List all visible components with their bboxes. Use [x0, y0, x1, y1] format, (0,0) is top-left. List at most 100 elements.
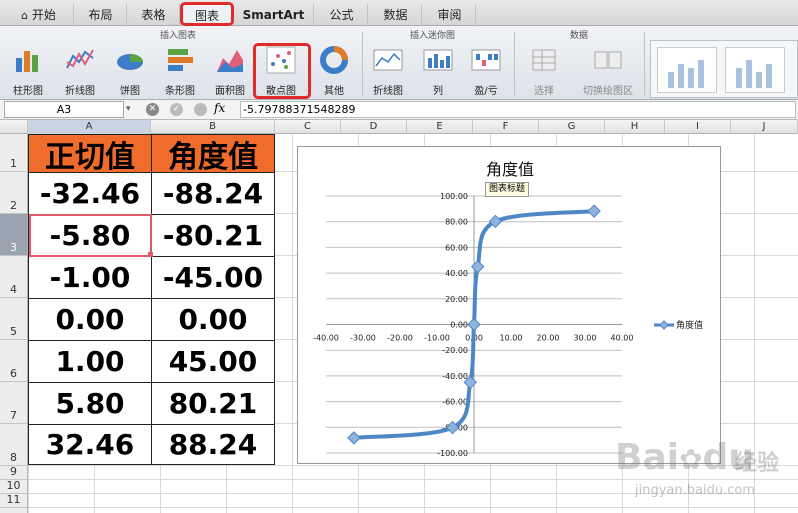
- tab-review[interactable]: 审阅: [424, 4, 476, 26]
- y-tick-label: -20.00: [442, 346, 468, 355]
- row-header[interactable]: 6: [0, 340, 27, 382]
- row-header[interactable]: 5: [0, 298, 27, 340]
- y-tick-label: -40.00: [442, 372, 468, 381]
- home-icon: ⌂: [21, 9, 29, 22]
- function-icon[interactable]: fx: [214, 101, 225, 115]
- cancel-icon[interactable]: ✕: [146, 103, 159, 116]
- table-cell[interactable]: 1.00: [28, 340, 152, 383]
- table-cell[interactable]: -5.80: [28, 214, 152, 257]
- table-cell[interactable]: -80.21: [151, 214, 275, 257]
- column-header[interactable]: H: [605, 120, 665, 134]
- row-header[interactable]: 8: [0, 424, 27, 466]
- tab-smartart[interactable]: SmartArt: [234, 4, 314, 26]
- row-headers: 1 2 3 4 5 6 7 8 9 10 11: [0, 134, 28, 513]
- table-cell[interactable]: -88.24: [151, 172, 275, 215]
- donut-chart-icon: [320, 46, 348, 74]
- tab-charts-highlight: [180, 2, 234, 26]
- switch-plot-button[interactable]: 切换绘图区: [580, 46, 636, 98]
- x-tick-label: -20.00: [387, 334, 413, 343]
- x-tick-label: -40.00: [313, 334, 339, 343]
- x-tick-label: 40.00: [611, 334, 634, 343]
- confirm-icon[interactable]: ✓: [170, 103, 183, 116]
- column-header[interactable]: J: [731, 120, 798, 134]
- group-sparkline-label: 插入迷你图: [410, 31, 456, 41]
- table-cell[interactable]: 5.80: [28, 382, 152, 425]
- x-tick-label: 10.00: [500, 334, 523, 343]
- table-cell[interactable]: -45.00: [151, 256, 275, 299]
- select-all-corner[interactable]: [0, 120, 28, 134]
- column-header[interactable]: F: [473, 120, 539, 134]
- table-cell[interactable]: -32.46: [28, 172, 152, 215]
- column-chart-button[interactable]: 柱形图: [8, 46, 48, 98]
- scatter-button-highlight: [253, 43, 311, 99]
- table-cell[interactable]: -1.00: [28, 256, 152, 299]
- pie-chart-button[interactable]: 饼图: [110, 46, 150, 98]
- name-box-dropdown-icon[interactable]: ▾: [126, 104, 131, 114]
- sparkline-line-button[interactable]: 折线图: [368, 46, 408, 98]
- sparkline-line-icon: [373, 49, 403, 71]
- chart-style-thumb-icon: [736, 60, 772, 88]
- legend-label: 角度值: [676, 319, 703, 331]
- header-cell-angle[interactable]: 角度值: [151, 134, 275, 175]
- other-chart-label: 其他: [324, 86, 344, 97]
- tab-data[interactable]: 数据: [370, 4, 422, 26]
- watermark-url: jingyan.baidu.com: [635, 483, 755, 498]
- column-header[interactable]: C: [275, 120, 341, 134]
- column-header[interactable]: G: [539, 120, 605, 134]
- row-header[interactable]: 9: [0, 465, 27, 480]
- y-tick-label: 0.00: [450, 321, 468, 330]
- sparkline-column-button[interactable]: 列: [418, 46, 458, 98]
- row-header[interactable]: 2: [0, 172, 27, 214]
- tab-layout[interactable]: 布局: [75, 4, 127, 26]
- x-tick-label: -30.00: [350, 334, 376, 343]
- excel-window: ⌂ 开始 布局 表格 图表 SmartArt 公式 数据 审阅 插入图表 插入迷…: [0, 0, 798, 513]
- table-cell[interactable]: 0.00: [151, 298, 275, 341]
- sparkline-winloss-icon: [471, 49, 501, 71]
- row-header[interactable]: 7: [0, 382, 27, 424]
- column-header[interactable]: I: [665, 120, 731, 134]
- clear-icon[interactable]: [194, 103, 207, 116]
- ribbon-separator: [362, 32, 363, 96]
- bar-chart-button[interactable]: 条形图: [160, 46, 200, 98]
- sparkline-winloss-label: 盈/亏: [474, 86, 498, 97]
- header-cell-tangent[interactable]: 正切值: [28, 134, 152, 175]
- chart-style-thumb[interactable]: [725, 47, 785, 93]
- table-cell[interactable]: 88.24: [151, 424, 275, 465]
- line-chart-label: 折线图: [65, 86, 95, 97]
- table-cell[interactable]: 45.00: [151, 340, 275, 383]
- chart-styles-gallery[interactable]: [650, 40, 798, 98]
- row-header[interactable]: 4: [0, 256, 27, 298]
- sparkline-line-label: 折线图: [373, 86, 403, 97]
- bar-chart-icon: [168, 49, 193, 71]
- row-header[interactable]: 10: [0, 479, 27, 494]
- select-data-button[interactable]: 选择: [524, 46, 564, 98]
- table-cell[interactable]: 32.46: [28, 424, 152, 465]
- chart-title: 角度值: [486, 160, 534, 179]
- chart-title-tooltip: 图表标题: [485, 182, 530, 197]
- other-chart-button[interactable]: 其他: [314, 46, 354, 98]
- row-header[interactable]: 11: [0, 493, 27, 508]
- switch-plot-label: 切换绘图区: [583, 86, 633, 97]
- row-header[interactable]: 3: [0, 214, 27, 256]
- table-cell[interactable]: 0.00: [28, 298, 152, 341]
- y-tick-label: 80.00: [445, 218, 468, 227]
- row-header[interactable]: 1: [0, 134, 27, 172]
- column-header[interactable]: D: [341, 120, 407, 134]
- formula-input[interactable]: -5.79788371548289: [240, 101, 796, 118]
- column-header[interactable]: E: [407, 120, 473, 134]
- legend-marker: [659, 320, 669, 330]
- table-cell[interactable]: 80.21: [151, 382, 275, 425]
- formula-bar: A3 ▾ ✕ ✓ fx -5.79788371548289: [0, 100, 798, 120]
- fill-handle[interactable]: [148, 252, 153, 257]
- tab-formulas[interactable]: 公式: [316, 4, 368, 26]
- tab-tables[interactable]: 表格: [128, 4, 180, 26]
- sparkline-winloss-button[interactable]: 盈/亏: [466, 46, 506, 98]
- chart-style-thumb[interactable]: [657, 47, 717, 93]
- line-chart-button[interactable]: 折线图: [60, 46, 100, 98]
- ribbon-separator: [644, 32, 645, 96]
- name-box[interactable]: A3: [4, 101, 124, 118]
- tab-tables-label: 表格: [141, 8, 166, 22]
- pie-chart-label: 饼图: [120, 86, 140, 97]
- area-chart-button[interactable]: 面积图: [210, 46, 250, 98]
- tab-home[interactable]: ⌂ 开始: [4, 4, 74, 26]
